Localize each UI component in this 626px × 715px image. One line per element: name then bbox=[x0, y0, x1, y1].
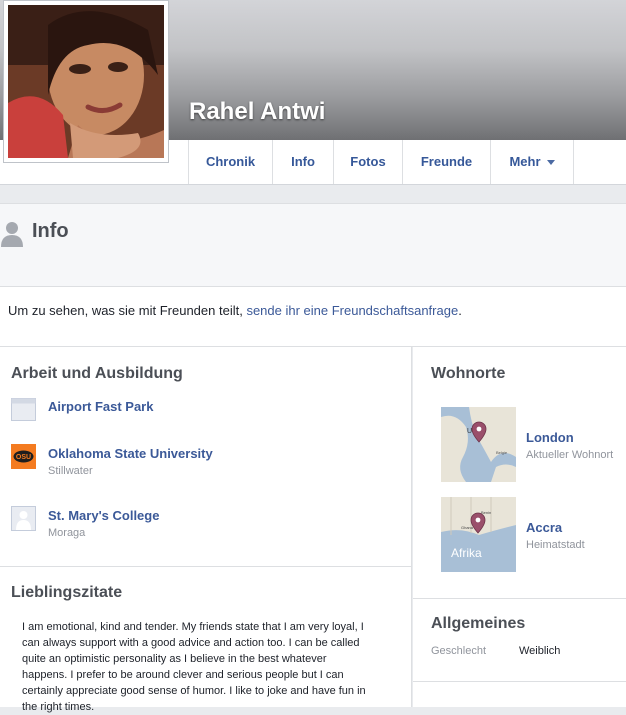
map-thumbnail-accra[interactable]: Benin Ghana Afrika bbox=[441, 497, 516, 572]
place-type: Aktueller Wohnort bbox=[526, 449, 614, 461]
map-thumbnail-london[interactable]: U Belgie bbox=[441, 407, 516, 482]
tab-info[interactable]: Info bbox=[272, 140, 333, 184]
right-column: Wohnorte U Belgie London Aktueller Wohno… bbox=[413, 347, 626, 707]
friend-request-link[interactable]: sende ihr eine Freundschaftsanfrage bbox=[246, 303, 458, 318]
tab-fotos[interactable]: Fotos bbox=[333, 140, 402, 184]
place-type: Heimatstadt bbox=[526, 539, 585, 551]
friend-request-notice: Um zu sehen, was sie mit Freunden teilt,… bbox=[0, 287, 626, 347]
profile-name[interactable]: Rahel Antwi bbox=[189, 98, 325, 126]
work-item-name[interactable]: St. Mary's College bbox=[48, 508, 159, 523]
university-logo-icon: OSU bbox=[11, 444, 36, 469]
notice-text: Um zu sehen, was sie mit Freunden teilt, bbox=[8, 303, 247, 318]
places-title: Wohnorte bbox=[431, 365, 506, 382]
gender-value: Weiblich bbox=[519, 645, 561, 657]
favorite-quotes-title: Lieblingszitate bbox=[11, 584, 123, 601]
work-item-location: Stillwater bbox=[48, 465, 93, 477]
place-name[interactable]: Accra bbox=[526, 520, 562, 535]
map-label: Belgie bbox=[496, 450, 508, 455]
general-info-title: Allgemeines bbox=[431, 615, 526, 632]
profile-picture[interactable] bbox=[3, 0, 169, 163]
work-education-title: Arbeit und Ausbildung bbox=[11, 365, 183, 382]
map-label: Afrika bbox=[451, 546, 482, 560]
notice-end: . bbox=[458, 303, 462, 318]
svg-text:OSU: OSU bbox=[16, 454, 31, 461]
tab-chronik[interactable]: Chronik bbox=[188, 140, 272, 184]
page-title: Info bbox=[32, 220, 69, 242]
chevron-down-icon bbox=[546, 160, 555, 166]
left-column: Arbeit und Ausbildung Airport Fast Park … bbox=[0, 347, 412, 713]
profile-photo-image bbox=[8, 5, 164, 158]
gender-label: Geschlecht bbox=[431, 645, 487, 657]
user-icon bbox=[1, 222, 23, 247]
divider bbox=[0, 566, 411, 567]
divider bbox=[413, 681, 626, 682]
tab-freunde[interactable]: Freunde bbox=[402, 140, 490, 184]
tab-mehr-label: Mehr bbox=[509, 154, 541, 169]
work-item-location: Moraga bbox=[48, 527, 86, 539]
tab-mehr[interactable]: Mehr bbox=[490, 140, 574, 184]
info-header: Info bbox=[0, 203, 626, 287]
work-item-name[interactable]: Airport Fast Park bbox=[48, 399, 153, 414]
divider bbox=[413, 598, 626, 599]
place-name[interactable]: London bbox=[526, 430, 574, 445]
briefcase-icon bbox=[11, 398, 36, 421]
map-label: Ghana bbox=[461, 525, 474, 530]
graduation-icon bbox=[11, 506, 36, 531]
favorite-quotes-text: I am emotional, kind and tender. My frie… bbox=[22, 621, 366, 713]
work-item-name[interactable]: Oklahoma State University bbox=[48, 446, 213, 461]
map-label: U bbox=[467, 428, 472, 435]
